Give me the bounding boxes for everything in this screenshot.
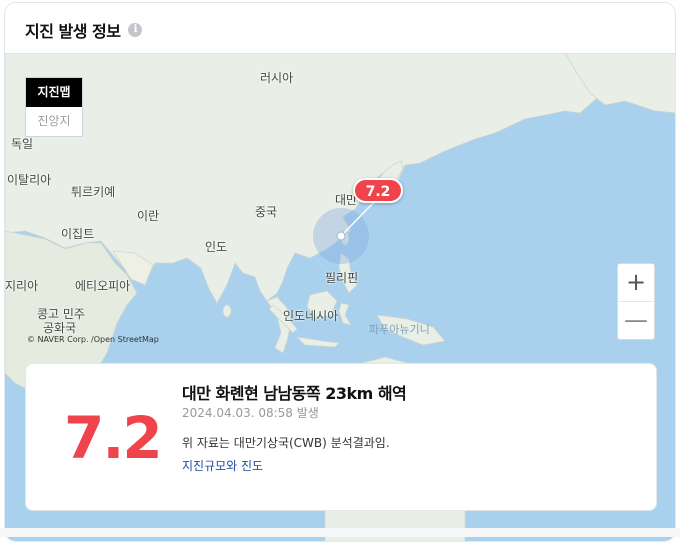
label-ethiopia: 에티오피아 bbox=[75, 279, 131, 293]
occurrence-time: 2024.04.03. 08:58 발생 bbox=[182, 406, 319, 420]
epicenter-location: 대만 화롄현 남남동쪽 23km 해역 bbox=[182, 384, 407, 403]
label-drc-2: 공화국 bbox=[43, 321, 77, 335]
card-header: 지진 발생 정보 i bbox=[25, 17, 143, 43]
zoom-in-button[interactable]: + bbox=[618, 264, 654, 302]
bottom-strip bbox=[0, 528, 680, 537]
epicenter-dot bbox=[336, 231, 346, 241]
earthquake-card: 지진 발생 정보 i 러시아 독일 이탈리아 튀르키예 이란 이집트 중국 인도… bbox=[4, 2, 676, 542]
label-turkey: 튀르키예 bbox=[71, 185, 116, 199]
label-india: 인도 bbox=[205, 240, 228, 254]
label-iran: 이란 bbox=[137, 209, 160, 223]
map-mode-toggle: 지진맵 진앙지 bbox=[25, 77, 83, 137]
magnitude-value: 7.2 bbox=[64, 404, 163, 472]
magnitude-badge[interactable]: 7.2 bbox=[353, 178, 403, 203]
zoom-control: + — bbox=[617, 263, 655, 340]
label-china: 중국 bbox=[255, 205, 278, 219]
info-icon[interactable]: i bbox=[128, 23, 143, 37]
earthquake-info-panel: 7.2 대만 화롄현 남남동쪽 23km 해역 2024.04.03. 08:5… bbox=[25, 363, 657, 511]
tab-earthquake-map[interactable]: 지진맵 bbox=[26, 78, 82, 107]
label-philippines: 필리핀 bbox=[325, 271, 359, 285]
label-germany: 독일 bbox=[11, 137, 34, 151]
label-russia: 러시아 bbox=[260, 71, 294, 85]
label-italy: 이탈리아 bbox=[7, 173, 52, 187]
label-indonesia: 인도네시아 bbox=[283, 309, 339, 323]
label-png: 파푸아뉴기니 bbox=[369, 323, 430, 336]
data-source: 위 자료는 대만기상국(CWB) 분석결과임. bbox=[182, 436, 390, 450]
card-title: 지진 발생 정보 bbox=[25, 22, 121, 41]
earthquake-map[interactable]: 러시아 독일 이탈리아 튀르키예 이란 이집트 중국 인도 대만 필리핀 인도네… bbox=[5, 53, 675, 541]
tab-epicenter[interactable]: 진앙지 bbox=[26, 107, 82, 136]
label-egypt: 이집트 bbox=[61, 227, 95, 241]
zoom-out-button[interactable]: — bbox=[618, 302, 654, 340]
magnitude-intensity-link[interactable]: 지진규모와 진도 bbox=[182, 457, 263, 474]
label-nigeria: 지리아 bbox=[5, 279, 39, 293]
map-credit: © NAVER Corp. /Open StreetMap bbox=[27, 335, 159, 344]
